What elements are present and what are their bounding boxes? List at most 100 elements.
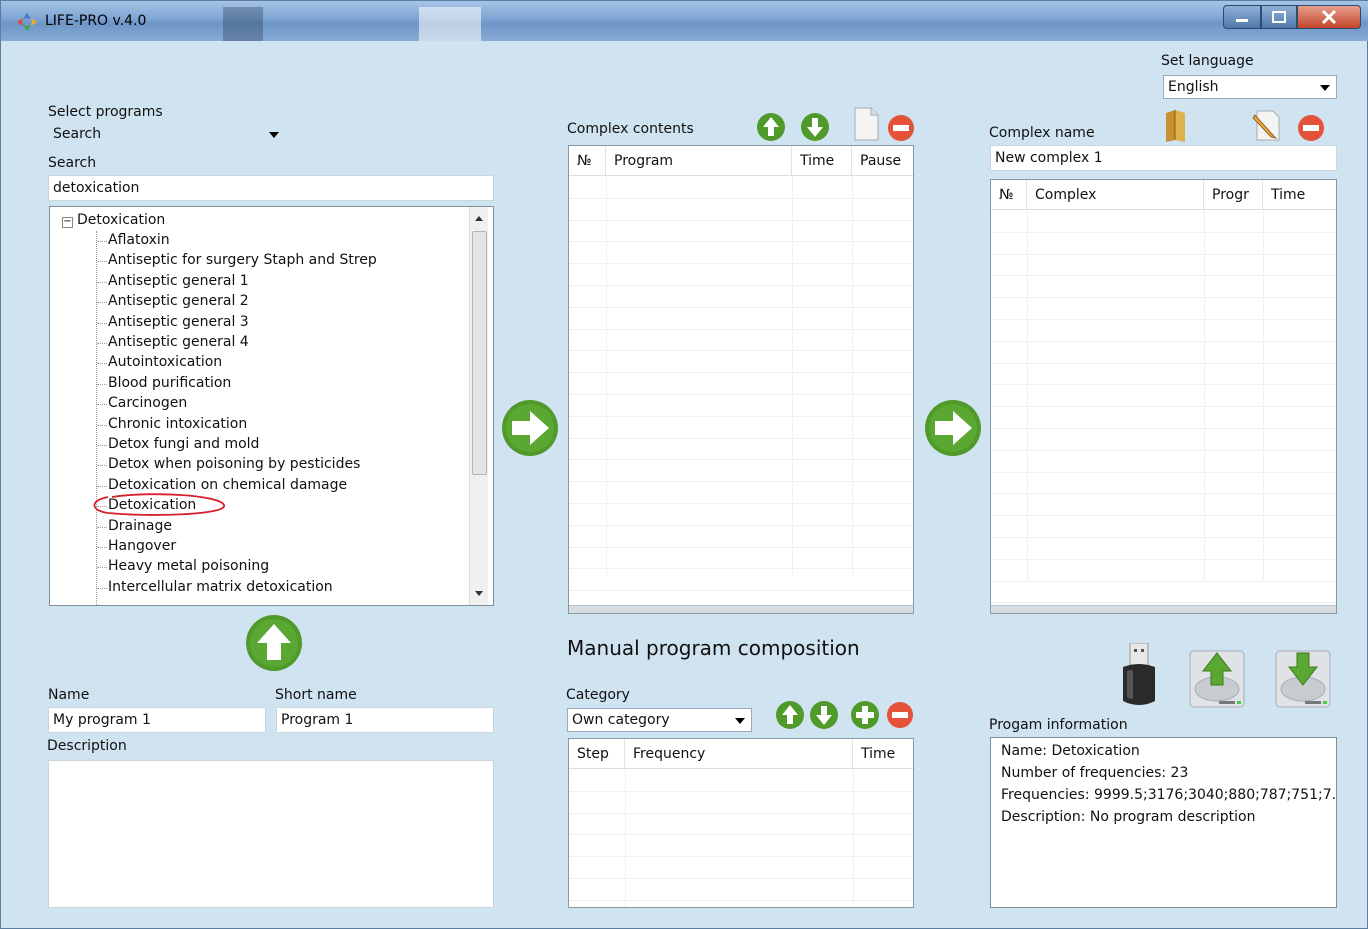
tree-item[interactable]: Heavy metal poisoning bbox=[108, 557, 269, 577]
column-header[interactable]: Time bbox=[1263, 180, 1336, 210]
complex-remove-button[interactable] bbox=[1297, 114, 1325, 142]
new-document-button[interactable] bbox=[853, 107, 879, 141]
add-complex-button[interactable] bbox=[924, 399, 982, 457]
tree-scrollbar[interactable] bbox=[469, 207, 488, 605]
tree-item[interactable]: Antiseptic general 2 bbox=[108, 292, 249, 312]
category-select[interactable]: Own category bbox=[567, 708, 752, 732]
grid-line bbox=[852, 176, 853, 576]
column-header[interactable]: Program bbox=[606, 146, 792, 176]
open-folder-button[interactable] bbox=[1163, 109, 1189, 143]
step-move-down-button[interactable] bbox=[809, 700, 839, 730]
grid-line bbox=[991, 602, 1336, 604]
step-move-up-button[interactable] bbox=[775, 700, 805, 730]
tree-item[interactable]: Drainage bbox=[108, 517, 172, 537]
tree-item[interactable]: Antiseptic general 4 bbox=[108, 333, 249, 353]
tree-item[interactable]: Carcinogen bbox=[108, 394, 187, 414]
collapse-icon[interactable]: − bbox=[62, 217, 73, 228]
tree-item[interactable]: Antiseptic for surgery Staph and Strep bbox=[108, 251, 377, 271]
grid-line bbox=[991, 537, 1336, 538]
step-add-button[interactable] bbox=[850, 700, 880, 730]
column-header[interactable]: Frequency bbox=[625, 739, 853, 769]
arrow-up-icon bbox=[757, 113, 785, 141]
grid-line bbox=[991, 471, 1336, 473]
maximize-button[interactable] bbox=[1261, 5, 1297, 29]
horizontal-scrollbar[interactable] bbox=[569, 605, 913, 613]
drive-upload-icon bbox=[1189, 650, 1245, 708]
select-programs-dropdown[interactable]: Search bbox=[48, 122, 286, 146]
tree-connector bbox=[97, 424, 107, 426]
info-name: Name: Detoxication bbox=[1001, 743, 1140, 759]
tree-item[interactable]: Antiseptic general 3 bbox=[108, 313, 249, 333]
contents-remove-button[interactable] bbox=[887, 114, 915, 142]
upload-to-device-button[interactable] bbox=[1189, 649, 1245, 709]
info-description: Description: No program description bbox=[1001, 809, 1256, 825]
tree-item[interactable]: Antiseptic general 1 bbox=[108, 272, 249, 292]
column-header[interactable]: Time bbox=[853, 739, 913, 769]
search-input[interactable]: detoxication bbox=[48, 175, 494, 201]
manual-composition-title: Manual program composition bbox=[567, 636, 860, 660]
minus-icon bbox=[888, 115, 914, 141]
tree-connector bbox=[97, 465, 107, 467]
app-window: LIFE-PRO v.4.0 Set language English Sele… bbox=[0, 0, 1368, 929]
column-header[interactable]: № bbox=[991, 180, 1027, 210]
column-header[interactable]: Complex bbox=[1027, 180, 1204, 210]
close-button[interactable] bbox=[1297, 5, 1361, 29]
complex-name-label: Complex name bbox=[989, 125, 1095, 141]
column-header[interactable]: Pause bbox=[852, 146, 913, 176]
tree-item[interactable]: Hangover bbox=[108, 537, 176, 557]
column-header[interactable]: Time bbox=[792, 146, 852, 176]
tree-item[interactable]: Detox fungi and mold bbox=[108, 435, 259, 455]
app-logo-icon bbox=[17, 13, 37, 31]
grid-line bbox=[991, 558, 1336, 560]
complex-name-input[interactable]: New complex 1 bbox=[990, 145, 1337, 171]
contents-move-down-button[interactable] bbox=[800, 112, 830, 142]
column-header[interactable]: Step bbox=[569, 739, 625, 769]
program-info-label: Progam information bbox=[989, 717, 1128, 733]
program-tree[interactable]: − Detoxication Aflatoxin Antiseptic for su… bbox=[49, 206, 494, 606]
tree-item[interactable]: Aflatoxin bbox=[108, 231, 170, 251]
add-to-complex-button[interactable] bbox=[501, 399, 559, 457]
grid-line bbox=[569, 328, 913, 330]
edit-button[interactable] bbox=[1251, 109, 1281, 141]
scrollbar-thumb[interactable] bbox=[472, 231, 487, 475]
step-remove-button[interactable] bbox=[886, 701, 914, 729]
grid-line bbox=[569, 546, 913, 548]
select-programs-label: Select programs bbox=[48, 104, 163, 120]
horizontal-scrollbar[interactable] bbox=[991, 605, 1336, 613]
tree-item[interactable]: Detox when poisoning by pesticides bbox=[108, 455, 360, 475]
column-header[interactable]: № bbox=[569, 146, 606, 176]
move-up-button[interactable] bbox=[245, 614, 303, 672]
grid-line bbox=[1263, 210, 1264, 580]
grid-line bbox=[569, 263, 913, 265]
grid-line bbox=[569, 481, 913, 483]
tree-item[interactable]: Blood purification bbox=[108, 374, 231, 394]
scroll-down-icon[interactable] bbox=[475, 591, 483, 596]
grid-line bbox=[991, 297, 1336, 299]
grid-line bbox=[991, 362, 1336, 364]
arrow-down-icon bbox=[801, 113, 829, 141]
short-name-input[interactable]: Program 1 bbox=[276, 707, 494, 733]
grid-line bbox=[569, 899, 913, 901]
description-textarea[interactable] bbox=[48, 760, 494, 908]
frequency-steps-table[interactable]: Step Frequency Time bbox=[568, 738, 914, 908]
tree-root-node[interactable]: − Detoxication bbox=[62, 211, 165, 231]
tree-item[interactable]: Chronic intoxication bbox=[108, 415, 247, 435]
program-name-input[interactable]: My program 1 bbox=[48, 707, 266, 733]
chevron-down-icon bbox=[735, 718, 745, 724]
grid-line bbox=[991, 449, 1336, 451]
tree-item[interactable]: Autointoxication bbox=[108, 353, 222, 373]
tree-connector bbox=[97, 241, 107, 242]
grid-line bbox=[991, 580, 1336, 582]
minimize-button[interactable] bbox=[1223, 5, 1261, 29]
description-label: Description bbox=[47, 738, 127, 754]
complex-contents-table[interactable]: № Program Time Pause bbox=[568, 145, 914, 614]
scroll-up-icon[interactable] bbox=[475, 216, 483, 221]
grid-line bbox=[991, 275, 1336, 277]
download-from-device-button[interactable] bbox=[1275, 649, 1331, 709]
language-label: Set language bbox=[1161, 53, 1254, 69]
complex-list-table[interactable]: № Complex Progr Time bbox=[990, 179, 1337, 614]
tree-item[interactable]: Intercellular matrix detoxication bbox=[108, 578, 333, 598]
column-header[interactable]: Progr bbox=[1204, 180, 1263, 210]
language-select[interactable]: English bbox=[1163, 75, 1337, 99]
contents-move-up-button[interactable] bbox=[756, 112, 786, 142]
